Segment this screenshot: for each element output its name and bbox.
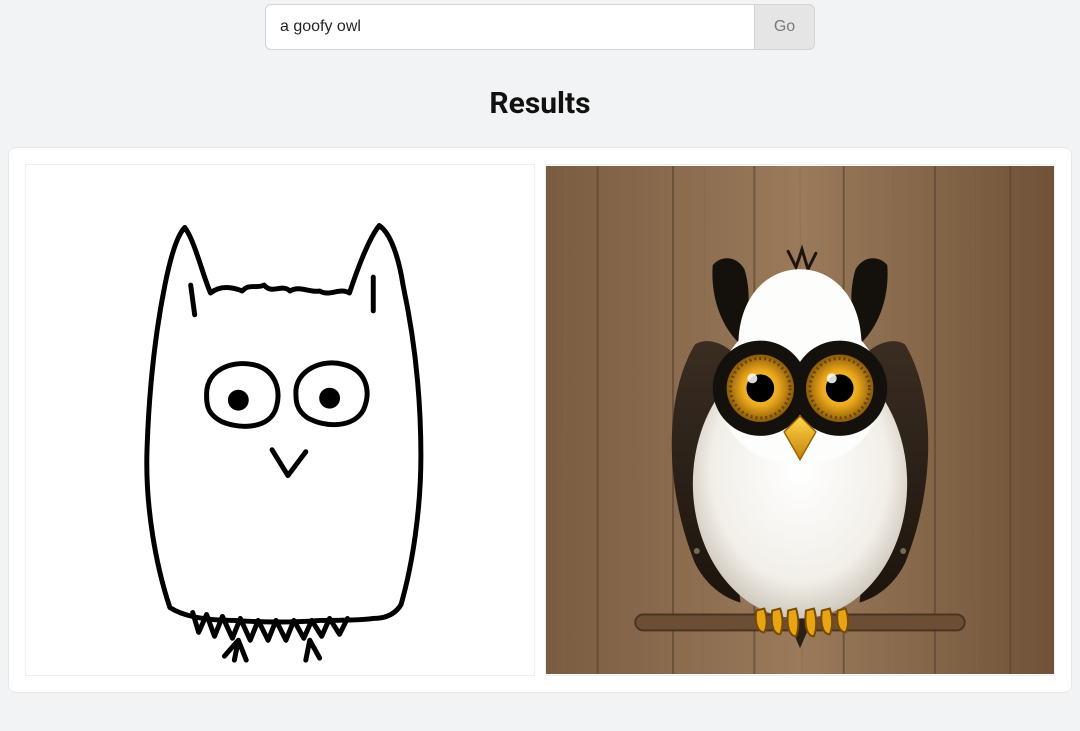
generated-panel bbox=[545, 164, 1055, 676]
owl-sketch-icon bbox=[26, 165, 534, 675]
search-bar: Go bbox=[0, 4, 1080, 50]
results-heading: Results bbox=[0, 86, 1080, 121]
results-card bbox=[8, 147, 1072, 693]
prompt-input[interactable] bbox=[265, 4, 755, 50]
sketch-panel bbox=[25, 164, 535, 676]
go-button[interactable]: Go bbox=[755, 4, 815, 50]
owl-generated-icon bbox=[546, 165, 1054, 675]
result-panels bbox=[25, 164, 1055, 676]
